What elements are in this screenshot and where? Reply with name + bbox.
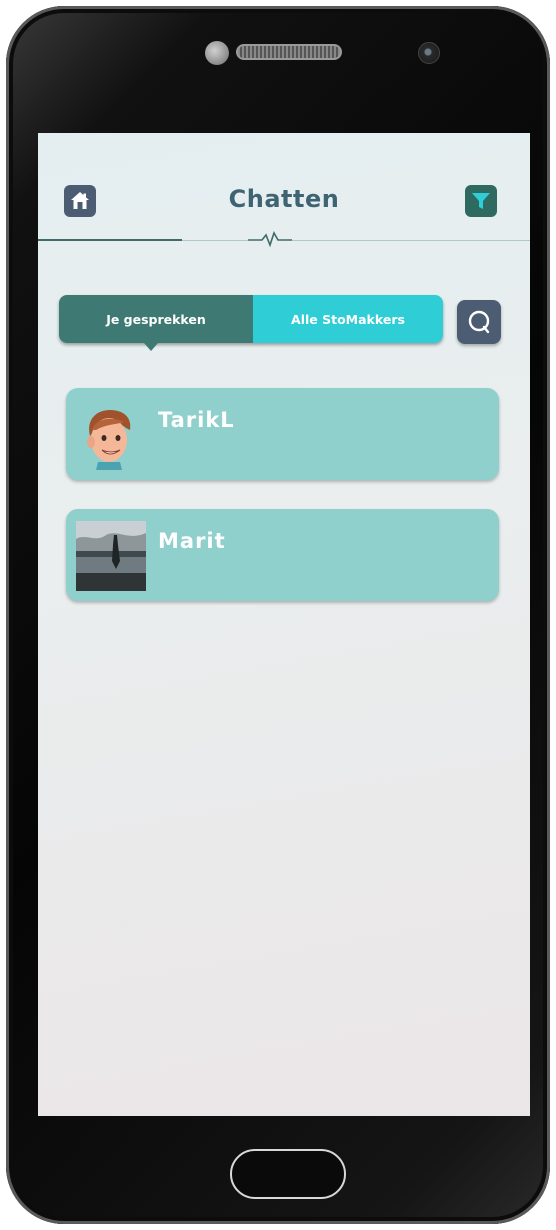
proximity-sensor [205, 41, 229, 65]
heartbeat-icon [248, 231, 292, 248]
app-screen: Chatten Je gesprekken Alle StoMakkers Ta… [38, 133, 530, 1116]
earpiece-speaker [236, 44, 342, 60]
search-icon [468, 310, 490, 334]
header-divider-active [38, 239, 182, 241]
contact-name: TarikL [158, 408, 235, 432]
page-title: Chatten [228, 185, 340, 213]
cartoon-man-avatar [87, 410, 131, 470]
conversation-tabs: Je gesprekken Alle StoMakkers [59, 295, 443, 351]
search-button[interactable] [457, 300, 501, 344]
phone-home-button[interactable] [230, 1149, 346, 1199]
front-camera [418, 42, 440, 64]
contact-name: Marit [158, 529, 226, 553]
header-divider-right [292, 240, 530, 241]
contact-card-tarikl[interactable]: TarikL [66, 388, 499, 480]
header-divider [182, 240, 248, 241]
tab-je-gesprekken[interactable]: Je gesprekken [59, 295, 253, 343]
contact-card-marit[interactable]: Marit [66, 509, 499, 601]
lake-photo-avatar [76, 521, 146, 591]
filter-button[interactable] [465, 185, 497, 217]
tab-alle-stomakkers[interactable]: Alle StoMakkers [253, 295, 443, 343]
filter-icon [472, 193, 490, 209]
active-tab-pointer [144, 343, 158, 351]
